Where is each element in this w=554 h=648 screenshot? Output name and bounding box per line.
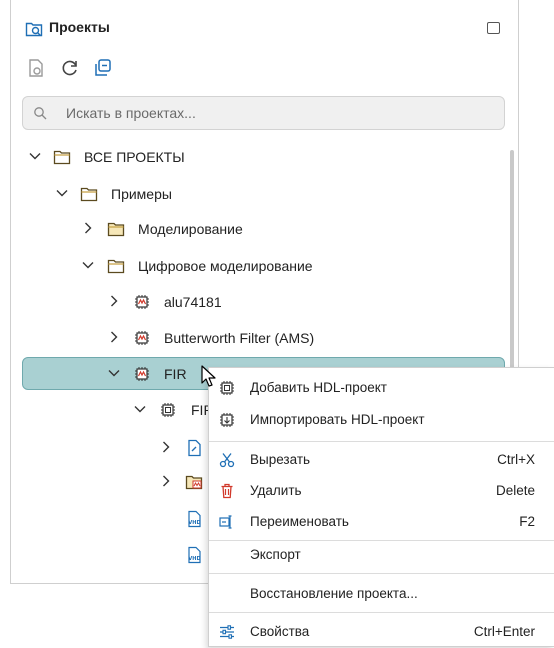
menu-item-add-hdl-project[interactable]: Добавить HDL-проект: [209, 372, 554, 404]
tree-item-label: alu74181: [164, 294, 222, 310]
mouse-cursor-icon: [201, 365, 217, 389]
folder-icon: [80, 185, 98, 203]
chevron-down-icon[interactable]: [107, 366, 121, 380]
folder-wave-icon: [185, 473, 203, 491]
chip-icon: [159, 401, 177, 419]
tree-item-folder-wave[interactable]: [11, 468, 211, 496]
menu-item-cut[interactable]: Вырезать Ctrl+X: [209, 444, 554, 476]
menu-item-label: Свойства: [250, 624, 309, 639]
chevron-down-icon[interactable]: [55, 186, 69, 200]
tree-item-label: Примеры: [111, 186, 172, 202]
svg-text:VHD: VHD: [188, 520, 200, 526]
chip-wave-icon: [133, 365, 151, 383]
document-icon: [185, 439, 203, 457]
chip-import-icon: [219, 412, 235, 428]
new-project-icon[interactable]: [26, 58, 46, 78]
chevron-right-icon[interactable]: [107, 330, 121, 344]
menu-item-shortcut: Delete: [496, 483, 535, 498]
panel-title: Проекты: [49, 19, 110, 35]
context-menu: Добавить HDL-проект Импортировать HDL-пр…: [208, 367, 554, 647]
trash-icon: [219, 483, 235, 499]
menu-item-label: Переименовать: [250, 514, 349, 529]
menu-item-shortcut: F2: [519, 514, 535, 529]
tree-item-alu74181[interactable]: alu74181: [11, 288, 501, 316]
tree-item-fir-hdl[interactable]: FIR: [11, 396, 211, 424]
menu-item-label: Восстановление проекта...: [250, 586, 418, 601]
search-icon: [33, 106, 47, 120]
svg-text:VHD: VHD: [188, 556, 200, 562]
tree-item-label: FIR: [164, 366, 187, 382]
menu-item-restore-project[interactable]: Восстановление проекта...: [209, 578, 554, 610]
tree-item-modeling[interactable]: Моделирование: [11, 215, 501, 243]
chevron-right-icon[interactable]: [81, 221, 95, 235]
tree-item-examples[interactable]: Примеры: [11, 180, 501, 208]
tree-item-label: ВСЕ ПРОЕКТЫ: [84, 149, 185, 165]
folder-icon: [107, 257, 125, 275]
menu-item-delete[interactable]: Удалить Delete: [209, 475, 554, 507]
menu-item-label: Импортировать HDL-проект: [250, 412, 425, 427]
menu-item-label: Добавить HDL-проект: [250, 380, 387, 395]
menu-separator: [209, 441, 554, 442]
search-placeholder: Искать в проектах...: [66, 105, 196, 121]
maximize-icon[interactable]: [487, 22, 500, 34]
tree-item-label: Цифровое моделирование: [138, 258, 313, 274]
vhd-file-icon: VHD: [185, 510, 203, 528]
menu-item-label: Вырезать: [250, 452, 310, 467]
panel-header: Проекты: [11, 0, 518, 54]
tree-item-label: Моделирование: [138, 221, 243, 237]
sliders-icon: [219, 624, 235, 640]
chevron-down-icon[interactable]: [133, 402, 147, 416]
menu-item-label: Удалить: [250, 483, 302, 498]
folder-icon: [53, 148, 71, 166]
chevron-right-icon[interactable]: [107, 294, 121, 308]
menu-separator: [209, 612, 554, 613]
tree-item-digital-modeling[interactable]: Цифровое моделирование: [11, 252, 501, 280]
tree-item-label: Butterworth Filter (AMS): [164, 330, 314, 346]
tree-item-vhd-file[interactable]: VHD: [11, 541, 211, 569]
menu-separator: [209, 573, 554, 574]
collapse-all-icon[interactable]: [93, 58, 113, 78]
chevron-right-icon[interactable]: [159, 474, 173, 488]
chevron-down-icon[interactable]: [81, 258, 95, 272]
rename-icon: [219, 514, 235, 530]
menu-item-shortcut: Ctrl+Enter: [474, 624, 535, 639]
chip-add-icon: [219, 380, 235, 396]
refresh-icon[interactable]: [60, 58, 80, 78]
tree-item-butterworth-filter[interactable]: Butterworth Filter (AMS): [11, 324, 501, 352]
projects-search-icon: [25, 20, 43, 38]
menu-item-label: Экспорт: [250, 547, 301, 562]
chip-wave-icon: [133, 329, 151, 347]
vhd-file-icon: VHD: [185, 546, 203, 564]
menu-item-rename[interactable]: Переименовать F2: [209, 506, 554, 538]
chevron-right-icon[interactable]: [159, 440, 173, 454]
scissors-icon: [219, 452, 235, 468]
search-input[interactable]: Искать в проектах...: [22, 96, 505, 130]
folder-icon: [107, 220, 125, 238]
chevron-down-icon[interactable]: [28, 149, 42, 163]
menu-item-properties[interactable]: Свойства Ctrl+Enter: [209, 616, 554, 648]
chip-wave-icon: [133, 293, 151, 311]
tree-item-all-projects[interactable]: ВСЕ ПРОЕКТЫ: [11, 143, 501, 171]
tree-item-document[interactable]: [11, 434, 211, 462]
menu-item-shortcut: Ctrl+X: [497, 452, 535, 467]
tree-item-vhd-file[interactable]: VHD: [11, 505, 211, 533]
menu-item-import-hdl-project[interactable]: Импортировать HDL-проект: [209, 404, 554, 436]
menu-item-export[interactable]: Экспорт ›: [209, 539, 554, 571]
